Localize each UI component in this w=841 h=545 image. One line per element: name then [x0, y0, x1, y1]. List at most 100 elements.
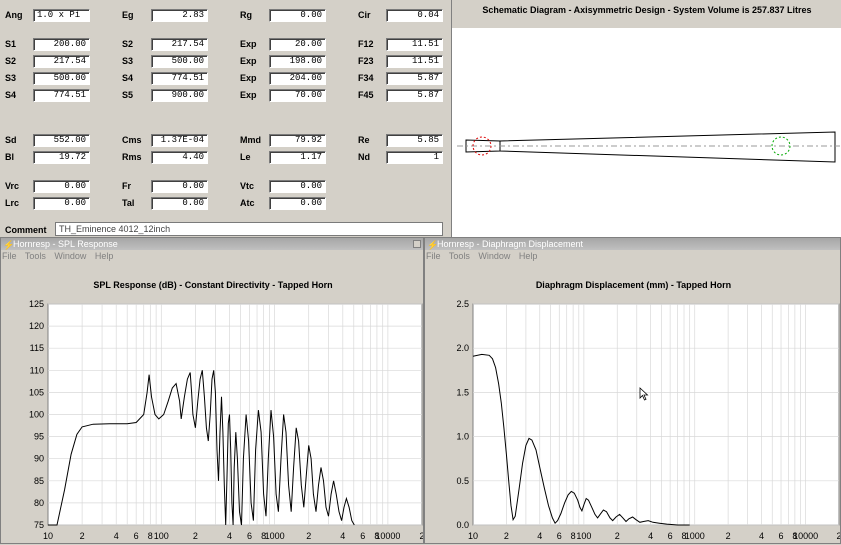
x-tick-label: 10000: [793, 531, 818, 541]
param-field-s3b[interactable]: 500.00: [151, 55, 208, 68]
x-tick-label: 10000: [375, 531, 400, 541]
displacement-window: ⚡ Hornresp - Diaphragm Displacement File…: [424, 237, 841, 544]
menu-window[interactable]: Window: [478, 251, 510, 261]
y-tick-label: 85: [34, 476, 44, 486]
param-field-s1[interactable]: 200.00: [33, 38, 90, 51]
comment-field[interactable]: TH_Eminence 4012_12inch: [55, 222, 443, 236]
x-tick-label: 100: [576, 531, 591, 541]
x-tick-label: 4: [537, 531, 542, 541]
mouse-cursor-icon: [639, 387, 649, 401]
menu-file[interactable]: File: [2, 251, 17, 261]
param-field-ang[interactable]: 1.0 x Pi: [33, 9, 90, 22]
param-label-ang: Ang: [5, 10, 23, 20]
y-tick-label: 105: [29, 387, 44, 397]
param-field-sd[interactable]: 552.00: [33, 134, 90, 147]
x-tick-label: 8: [571, 531, 576, 541]
menu-help[interactable]: Help: [519, 251, 538, 261]
x-tick-label: 4: [114, 531, 119, 541]
param-field-s2b[interactable]: 217.54: [151, 38, 208, 51]
param-field-lrc[interactable]: 0.00: [33, 197, 90, 210]
y-tick-label: 0.5: [456, 476, 469, 486]
param-field-s2[interactable]: 217.54: [33, 55, 90, 68]
param-field-s4b[interactable]: 774.51: [151, 72, 208, 85]
y-tick-label: 2.0: [456, 343, 469, 353]
param-field-f45[interactable]: 5.87: [386, 89, 443, 102]
param-field-s3[interactable]: 500.00: [33, 72, 90, 85]
disp-plot-title: Diaphragm Displacement (mm) - Tapped Hor…: [535, 280, 732, 290]
comment-label: Comment: [5, 225, 47, 235]
parameter-panel: Ang 1.0 x Pi Eg 2.83 Rg 0.00 Cir 0.04 S1 200.00 S2…: [0, 0, 451, 237]
y-tick-label: 90: [34, 454, 44, 464]
param-field-rg[interactable]: 0.00: [269, 9, 326, 22]
param-label-f34: F34: [358, 73, 374, 83]
x-tick-label: 6: [247, 531, 252, 541]
param-label-exp2: Exp: [240, 56, 257, 66]
param-field-exp1[interactable]: 20.00: [269, 38, 326, 51]
menu-file[interactable]: File: [426, 251, 441, 261]
spl-window-titlebar[interactable]: ⚡ Hornresp - SPL Response: [1, 238, 423, 250]
param-label-re: Re: [358, 135, 370, 145]
disp-window-titlebar[interactable]: ⚡ Hornresp - Diaphragm Displacement: [425, 238, 840, 250]
param-field-eg[interactable]: 2.83: [151, 9, 208, 22]
param-field-bl[interactable]: 19.72: [33, 151, 90, 164]
param-field-exp4[interactable]: 70.00: [269, 89, 326, 102]
y-tick-label: 75: [34, 520, 44, 530]
param-field-exp2[interactable]: 198.00: [269, 55, 326, 68]
x-tick-label: 2: [726, 531, 731, 541]
lightning-icon: ⚡: [427, 240, 439, 250]
param-label-exp4: Exp: [240, 90, 257, 100]
plot-area: [472, 303, 840, 526]
param-field-f34[interactable]: 5.87: [386, 72, 443, 85]
menu-tools[interactable]: Tools: [25, 251, 46, 261]
param-field-fr[interactable]: 0.00: [151, 180, 208, 193]
menu-window[interactable]: Window: [54, 251, 86, 261]
param-label-vtc: Vtc: [240, 181, 255, 191]
param-field-s5[interactable]: 900.00: [151, 89, 208, 102]
menu-tools[interactable]: Tools: [449, 251, 470, 261]
param-label-fr: Fr: [122, 181, 131, 191]
param-field-vrc[interactable]: 0.00: [33, 180, 90, 193]
x-tick-label: 6: [668, 531, 673, 541]
param-label-f12: F12: [358, 39, 374, 49]
x-tick-label: 4: [227, 531, 232, 541]
y-tick-label: 0.0: [456, 520, 469, 530]
y-tick-label: 2.5: [456, 299, 469, 309]
y-tick-label: 95: [34, 432, 44, 442]
x-tick-label: 2: [306, 531, 311, 541]
param-label-s3: S3: [5, 73, 17, 83]
y-tick-label: 100: [29, 410, 44, 420]
param-field-nd[interactable]: 1: [386, 151, 443, 164]
param-field-cms[interactable]: 1.37E-04: [151, 134, 208, 147]
param-label-mmd: Mmd: [240, 135, 261, 145]
param-label-nd: Nd: [358, 152, 370, 162]
param-field-re[interactable]: 5.85: [386, 134, 443, 147]
x-tick-label: 8: [148, 531, 153, 541]
schematic-panel: Schematic Diagram - Axisymmetric Design …: [451, 0, 841, 237]
param-field-s4[interactable]: 774.51: [33, 89, 90, 102]
menu-help[interactable]: Help: [95, 251, 114, 261]
param-field-cir[interactable]: 0.04: [386, 9, 443, 22]
x-tick-label: 100: [154, 531, 169, 541]
param-label-f23: F23: [358, 56, 374, 66]
x-tick-label: 6: [779, 531, 784, 541]
param-field-rms[interactable]: 4.40: [151, 151, 208, 164]
y-tick-label: 125: [29, 299, 44, 309]
x-tick-label: 2: [419, 531, 423, 541]
param-field-vtc[interactable]: 0.00: [269, 180, 326, 193]
x-tick-label: 4: [648, 531, 653, 541]
minimize-button[interactable]: [413, 240, 421, 248]
param-field-mmd[interactable]: 79.92: [269, 134, 326, 147]
param-label-eg: Eg: [122, 10, 134, 20]
x-tick-label: 2: [836, 531, 840, 541]
param-field-tal[interactable]: 0.00: [151, 197, 208, 210]
param-field-f12[interactable]: 11.51: [386, 38, 443, 51]
param-field-f23[interactable]: 11.51: [386, 55, 443, 68]
param-field-exp3[interactable]: 204.00: [269, 72, 326, 85]
param-label-cir: Cir: [358, 10, 371, 20]
param-field-le[interactable]: 1.17: [269, 151, 326, 164]
param-label-f45: F45: [358, 90, 374, 100]
displacement-chart: 0.00.51.01.52.02.510 2 4 6 8 100 2 4 6 81000 2 4 6 81…: [456, 299, 840, 541]
param-label-atc: Atc: [240, 198, 255, 208]
x-tick-label: 1000: [265, 531, 285, 541]
param-field-atc[interactable]: 0.00: [269, 197, 326, 210]
